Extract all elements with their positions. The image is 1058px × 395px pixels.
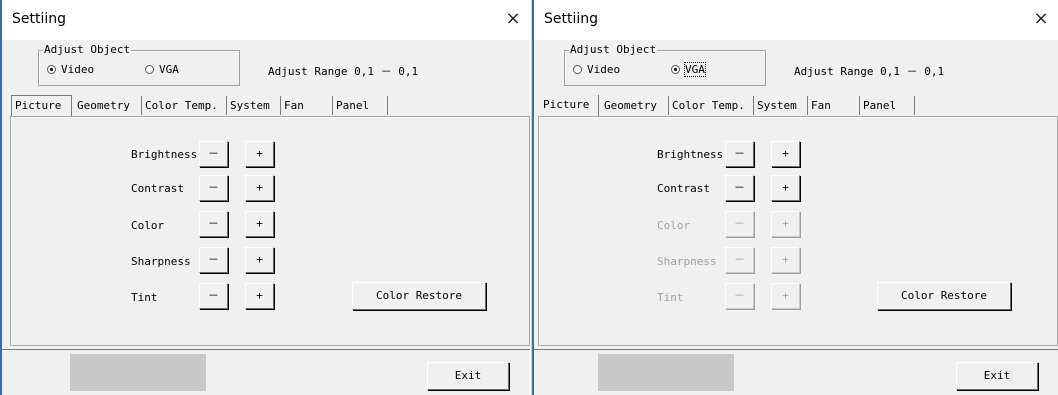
adjust-object-legend: Adjust Object: [569, 43, 658, 57]
tab-panel[interactable]: Panel: [860, 96, 915, 115]
sharpness-minus-button[interactable]: －: [725, 247, 754, 273]
tab-system[interactable]: System: [754, 96, 808, 115]
contrast-minus-button[interactable]: －: [725, 175, 754, 201]
label-color: Color: [131, 219, 165, 232]
radio-checked-icon: [47, 65, 56, 74]
label-sharpness: Sharpness: [131, 255, 191, 268]
adjust-object-legend: Adjust Object: [43, 43, 132, 57]
window-title: Settiing: [12, 11, 67, 27]
contrast-minus-button[interactable]: －: [199, 175, 228, 201]
title-bar: Settiing ×: [2, 0, 530, 40]
contrast-plus-button[interactable]: +: [245, 175, 274, 201]
window-title: Settiing: [544, 11, 599, 27]
close-icon[interactable]: ×: [1030, 8, 1052, 30]
brightness-minus-button[interactable]: －: [725, 141, 754, 167]
brightness-plus-button[interactable]: +: [771, 141, 800, 167]
settings-window-vga: Settiing × Adjust Object Video VGA Adjus…: [532, 0, 1058, 395]
color-minus-button[interactable]: －: [199, 211, 228, 237]
color-plus-button[interactable]: +: [245, 211, 274, 237]
radio-unchecked-icon: [145, 65, 154, 74]
tint-plus-button[interactable]: +: [245, 283, 274, 309]
settings-window-video: Settiing × Adjust Object Video VGA Adjus…: [0, 0, 530, 395]
tab-strip: Picture Geometry Color Temp. System Fan …: [540, 95, 920, 116]
radio-vga[interactable]: VGA: [671, 62, 706, 77]
label-contrast: Contrast: [657, 182, 710, 195]
tab-geometry[interactable]: Geometry: [74, 96, 142, 115]
label-brightness: Brightness: [131, 148, 198, 161]
label-color: Color: [657, 219, 691, 232]
tint-plus-button[interactable]: +: [771, 283, 800, 309]
label-tint: Tint: [657, 291, 684, 304]
tab-picture[interactable]: Picture: [11, 95, 72, 116]
footer-divider: [534, 349, 1058, 350]
contrast-plus-button[interactable]: +: [771, 175, 800, 201]
sharpness-plus-button[interactable]: +: [771, 247, 800, 273]
tab-panel[interactable]: Panel: [333, 96, 388, 115]
radio-video-label: Video: [61, 63, 95, 76]
tint-minus-button[interactable]: －: [199, 283, 228, 309]
radio-video-label: Video: [587, 63, 621, 76]
title-bar: Settiing ×: [534, 0, 1058, 40]
label-contrast: Contrast: [131, 182, 184, 195]
footer-divider: [2, 349, 530, 350]
adjust-range-text: Adjust Range 0,1 － 0,1: [794, 65, 945, 78]
sharpness-plus-button[interactable]: +: [245, 247, 274, 273]
radio-checked-icon: [671, 65, 680, 74]
tab-system[interactable]: System: [227, 96, 281, 115]
brightness-plus-button[interactable]: +: [245, 141, 274, 167]
adjust-object-group: Adjust Object Video VGA: [38, 43, 240, 86]
adjust-range-text: Adjust Range 0,1 － 0,1: [268, 65, 419, 78]
color-minus-button[interactable]: －: [725, 211, 754, 237]
label-tint: Tint: [131, 291, 158, 304]
status-placeholder: [598, 354, 734, 391]
radio-vga-label: VGA: [684, 62, 706, 77]
tab-picture[interactable]: Picture: [540, 95, 599, 116]
radio-vga-label: VGA: [159, 63, 179, 76]
brightness-minus-button[interactable]: －: [199, 141, 228, 167]
close-icon[interactable]: ×: [502, 8, 524, 30]
label-sharpness: Sharpness: [657, 255, 717, 268]
color-plus-button[interactable]: +: [771, 211, 800, 237]
radio-video[interactable]: Video: [47, 63, 94, 77]
status-placeholder: [70, 354, 206, 391]
sharpness-minus-button[interactable]: －: [199, 247, 228, 273]
picture-tab-panel: Brightness － + Contrast － + Color － + Sh…: [10, 116, 530, 346]
radio-vga[interactable]: VGA: [145, 63, 179, 77]
tab-strip: Picture Geometry Color Temp. System Fan …: [11, 95, 391, 116]
tab-color-temp[interactable]: Color Temp.: [669, 96, 754, 115]
radio-unchecked-icon: [573, 65, 582, 74]
radio-video[interactable]: Video: [573, 63, 620, 77]
exit-button[interactable]: Exit: [427, 362, 509, 390]
tint-minus-button[interactable]: －: [725, 283, 754, 309]
tab-geometry[interactable]: Geometry: [601, 96, 669, 115]
tab-fan[interactable]: Fan: [808, 96, 860, 115]
tab-color-temp[interactable]: Color Temp.: [142, 96, 227, 115]
tab-fan[interactable]: Fan: [281, 96, 333, 115]
label-brightness: Brightness: [657, 148, 724, 161]
color-restore-button[interactable]: Color Restore: [352, 282, 486, 310]
exit-button[interactable]: Exit: [956, 362, 1038, 390]
color-restore-button[interactable]: Color Restore: [877, 282, 1011, 310]
picture-tab-panel: Brightness － + Contrast － + Color － + Sh…: [538, 116, 1058, 346]
adjust-object-group: Adjust Object Video VGA: [564, 43, 766, 86]
